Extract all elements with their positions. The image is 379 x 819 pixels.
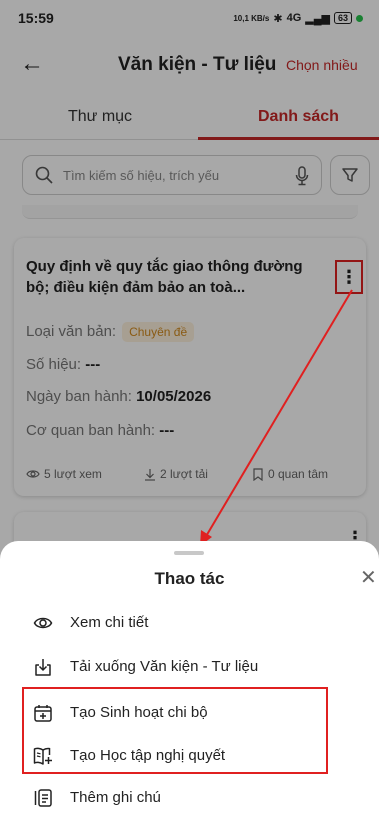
action-label: Tải xuống Văn kiện - Tư liệu (70, 658, 259, 675)
sheet-title: Thao tác (154, 569, 225, 588)
annotation-highlight-box (22, 687, 328, 774)
download-icon (35, 659, 51, 676)
action-download[interactable]: Tải xuống Văn kiện - Tư liệu (0, 649, 379, 685)
eye-icon (33, 617, 53, 629)
sheet-drag-handle[interactable] (174, 551, 204, 555)
action-view-details[interactable]: Xem chi tiết (0, 605, 379, 641)
actions-bottom-sheet: Thao tác ✕ Xem chi tiết Tải xuống Văn ki… (0, 541, 379, 819)
close-icon[interactable]: ✕ (360, 565, 377, 590)
action-label: Thêm ghi chú (70, 789, 161, 806)
action-add-note[interactable]: Thêm ghi chú (0, 780, 379, 816)
note-icon (34, 789, 52, 807)
action-label: Xem chi tiết (70, 614, 149, 631)
